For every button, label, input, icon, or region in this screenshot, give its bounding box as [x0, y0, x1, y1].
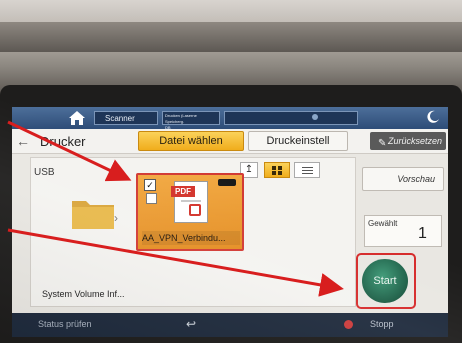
arrow-to-file [7, 120, 132, 182]
annotation-arrows [7, 120, 344, 297]
arrow-to-start [7, 228, 344, 297]
